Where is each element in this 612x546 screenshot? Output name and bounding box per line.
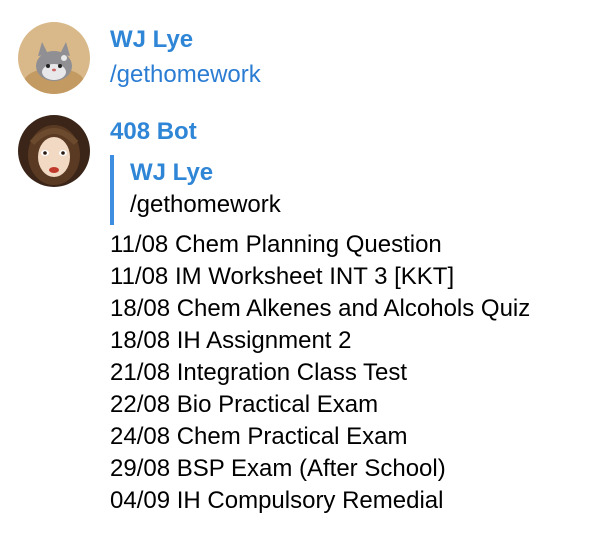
reply-text: /gethomework [130, 191, 281, 218]
list-item: 04/09 IH Compulsory Remedial [110, 487, 444, 514]
message-408-bot: 408 Bot WJ Lye /gethomework 11/08 Chem P… [0, 113, 612, 533]
doll-face-avatar-icon[interactable] [18, 115, 90, 187]
list-item: 11/08 Chem Planning Question [110, 231, 442, 258]
bot-command-link[interactable]: /gethomework [110, 59, 261, 91]
reply-sender-name: WJ Lye [130, 159, 214, 186]
list-item: 18/08 IH Assignment 2 [110, 327, 352, 354]
message-wj-lye: WJ Lye /gethomework [0, 20, 612, 100]
list-item: 24/08 Chem Practical Exam [110, 423, 408, 450]
reply-quote[interactable]: WJ Lye /gethomework [110, 155, 530, 225]
list-item: 11/08 IM Worksheet INT 3 [KKT] [110, 263, 455, 290]
list-item: 29/08 BSP Exam (After School) [110, 455, 446, 482]
homework-list: 11/08 Chem Planning Question 11/08 IM Wo… [110, 229, 530, 517]
list-item: 22/08 Bio Practical Exam [110, 391, 379, 418]
list-item: 21/08 Integration Class Test [110, 359, 408, 386]
cat-plush-avatar-icon[interactable] [18, 22, 90, 94]
sender-name[interactable]: WJ Lye [110, 25, 261, 55]
sender-name[interactable]: 408 Bot [110, 117, 530, 147]
list-item: 18/08 Chem Alkenes and Alcohols Quiz [110, 295, 531, 322]
